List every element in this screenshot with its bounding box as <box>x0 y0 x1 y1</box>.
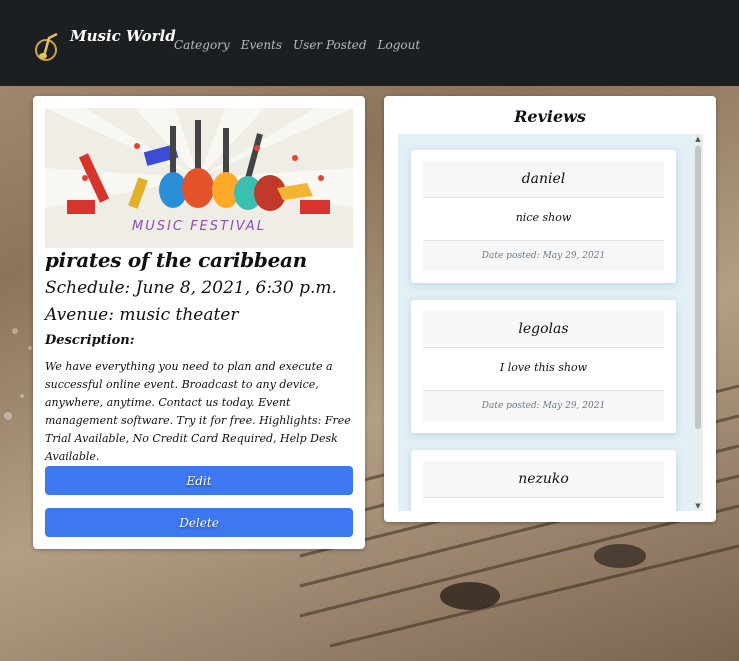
review-comment: nice show <box>515 211 572 224</box>
scroll-down-arrow-icon[interactable]: ▼ <box>693 501 703 511</box>
scrollbar-thumb[interactable] <box>695 146 701 429</box>
event-title: pirates of the caribbean <box>45 248 307 272</box>
event-venue: Avenue: music theater <box>45 305 239 325</box>
nav-events-link[interactable]: Events <box>241 38 282 52</box>
event-poster-image: MUSIC FESTIVAL <box>45 108 353 248</box>
delete-button[interactable]: Delete <box>45 508 353 537</box>
nav-user-posted-link[interactable]: User Posted <box>293 38 367 52</box>
brand-name[interactable]: Music World <box>70 27 176 45</box>
reviews-title: Reviews <box>514 107 586 126</box>
review-comment: I love this show <box>499 361 588 374</box>
nav-links: Category Events User Posted Logout <box>174 38 420 52</box>
event-detail-card: MUSIC FESTIVAL pirates of the caribbean … <box>33 96 365 549</box>
scroll-up-arrow-icon[interactable]: ▲ <box>693 134 703 144</box>
event-schedule: Schedule: June 8, 2021, 6:30 p.m. <box>45 278 337 298</box>
review-author: nezuko <box>423 461 664 498</box>
review-author: legolas <box>423 311 664 348</box>
poster-caption: MUSIC FESTIVAL <box>132 219 266 234</box>
review-item: nezuko <box>411 450 676 511</box>
review-date: Date posted: May 29, 2021 <box>423 390 664 421</box>
reviews-card: Reviews daniel nice show Date posted: Ma… <box>384 96 716 522</box>
navbar: Music World Category Events User Posted … <box>0 0 739 86</box>
review-author: daniel <box>423 161 664 198</box>
nav-logout-link[interactable]: Logout <box>378 38 421 52</box>
event-description: We have everything you need to plan and … <box>45 360 351 463</box>
reviews-list[interactable]: daniel nice show Date posted: May 29, 20… <box>398 134 703 511</box>
description-label: Description: <box>45 333 135 348</box>
nav-category-link[interactable]: Category <box>174 38 230 52</box>
review-item: legolas I love this show Date posted: Ma… <box>411 300 676 433</box>
review-date: Date posted: May 29, 2021 <box>423 240 664 271</box>
edit-button[interactable]: Edit <box>45 466 353 495</box>
music-note-logo-icon[interactable] <box>33 30 63 64</box>
reviews-scrollbar[interactable]: ▲ ▼ <box>693 134 703 511</box>
review-item: daniel nice show Date posted: May 29, 20… <box>411 150 676 283</box>
